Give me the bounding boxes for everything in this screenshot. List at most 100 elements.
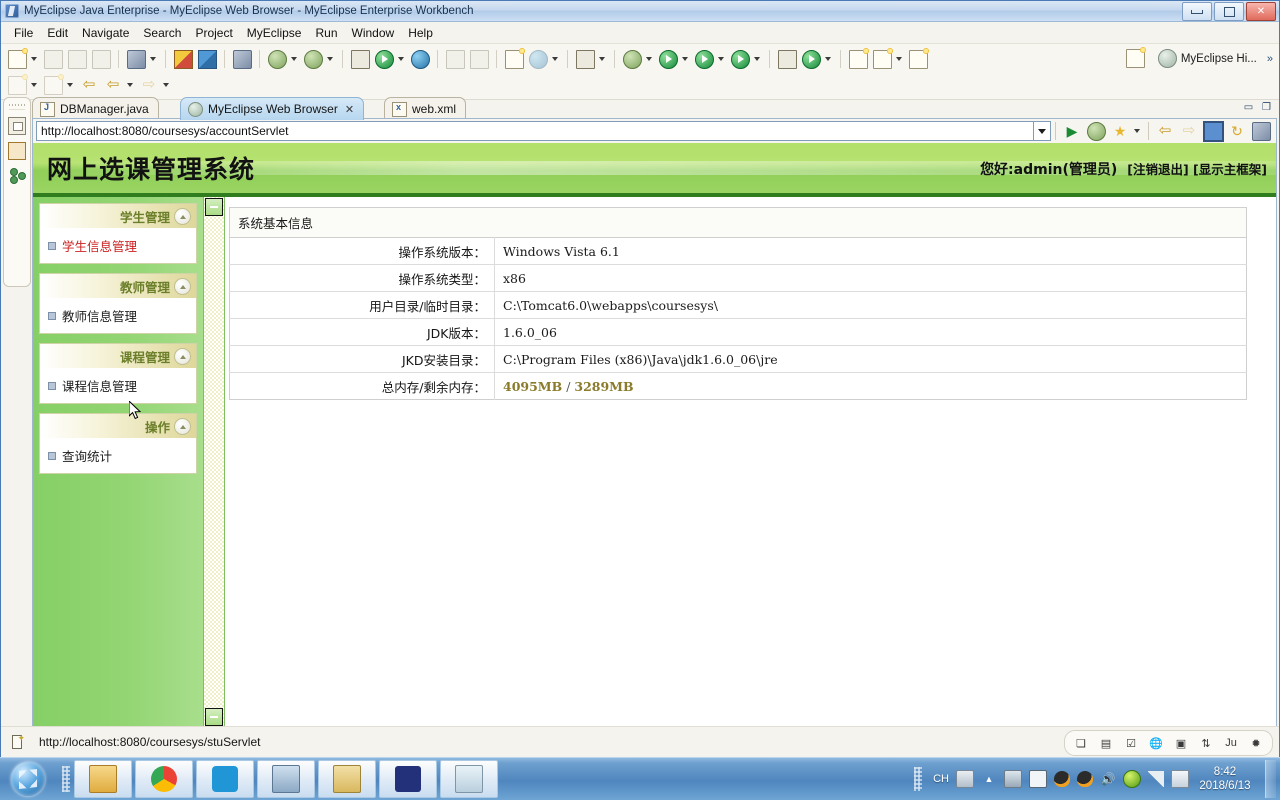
address-history-dropdown-icon[interactable] — [1034, 121, 1051, 141]
run-dropdown-icon[interactable] — [680, 48, 689, 70]
taskbar-item-myeclipse[interactable] — [379, 760, 437, 798]
taskbar-item-notes[interactable] — [440, 760, 498, 798]
minimize-button[interactable] — [1182, 2, 1212, 21]
browser-stop-button[interactable] — [1202, 120, 1224, 142]
fast-view-grip[interactable] — [9, 101, 25, 110]
menu-navigate[interactable]: Navigate — [75, 24, 136, 42]
snapshot-button[interactable] — [574, 48, 596, 70]
restore-perspective-icon[interactable] — [8, 117, 26, 135]
taskbar-item-chrome[interactable] — [135, 760, 193, 798]
sidebar-item-teacher-info[interactable]: 教师信息管理 — [48, 304, 192, 327]
open-browser-button[interactable] — [409, 48, 431, 70]
collapse-icon[interactable] — [174, 278, 191, 295]
database-explorer-button[interactable] — [231, 48, 253, 70]
debug-view-icon[interactable]: ✹ — [1248, 735, 1264, 751]
open-resource-button[interactable] — [847, 48, 869, 70]
new-web-project-button[interactable] — [196, 48, 218, 70]
run-server-button[interactable] — [373, 48, 395, 70]
new-dropdown-icon[interactable] — [29, 48, 38, 70]
scroll-down-button[interactable] — [205, 708, 223, 726]
import-button[interactable] — [468, 48, 490, 70]
junit-view-icon[interactable]: Ju — [1223, 735, 1239, 751]
taskbar-item-vm[interactable] — [257, 760, 315, 798]
run-external-button[interactable] — [729, 48, 751, 70]
sidebar-group-header[interactable]: 操作 — [39, 413, 197, 438]
edit-button[interactable] — [871, 48, 893, 70]
server-start-button[interactable] — [266, 48, 288, 70]
bookmark-dropdown-icon[interactable] — [1132, 120, 1141, 142]
keyboard-icon[interactable] — [956, 770, 974, 788]
console-view-icon[interactable]: ▣ — [1173, 735, 1189, 751]
minimize-editor-icon[interactable]: ▭ — [1242, 101, 1255, 114]
close-icon[interactable]: ✕ — [345, 103, 354, 116]
collapse-icon[interactable] — [174, 208, 191, 225]
sidebar-item-student-info[interactable]: 学生信息管理 — [48, 234, 192, 257]
new-package-button[interactable] — [776, 48, 798, 70]
qq-penguin-icon-2[interactable] — [1077, 771, 1093, 787]
qq-penguin-icon[interactable] — [1054, 771, 1070, 787]
menu-project[interactable]: Project — [188, 24, 239, 42]
menu-edit[interactable]: Edit — [40, 24, 75, 42]
menu-myeclipse[interactable]: MyEclipse — [240, 24, 309, 42]
debug-dropdown-icon[interactable] — [644, 48, 653, 70]
open-perspective-button[interactable] — [1125, 48, 1147, 70]
show-desktop-button[interactable] — [1265, 760, 1276, 798]
browser-refresh-button[interactable]: ↻ — [1226, 120, 1248, 142]
print-button[interactable] — [90, 48, 112, 70]
perspective-myeclipse-hibernate[interactable]: MyEclipse Hi... — [1153, 47, 1262, 70]
save-button[interactable] — [42, 48, 64, 70]
run-history-button[interactable] — [693, 48, 715, 70]
debug-button[interactable] — [621, 48, 643, 70]
tray-grip[interactable] — [914, 767, 922, 791]
hierarchy-view-icon[interactable] — [9, 167, 25, 183]
start-button[interactable] — [2, 760, 54, 798]
deploy-app-button[interactable] — [349, 48, 371, 70]
myeclipse-deploy-button[interactable] — [125, 48, 147, 70]
search-dropdown-icon[interactable] — [823, 48, 832, 70]
last-edit-location-button[interactable]: ⇦ — [78, 74, 100, 96]
previous-annotation-dropdown-icon[interactable] — [29, 74, 38, 96]
perspective-overflow-icon[interactable]: » — [1267, 53, 1273, 65]
frame-scrollbar[interactable] — [203, 197, 225, 727]
uml-button[interactable] — [444, 48, 466, 70]
menu-window[interactable]: Window — [345, 24, 402, 42]
edit-dropdown-icon[interactable] — [894, 48, 903, 70]
deploy-dropdown-icon[interactable] — [148, 48, 157, 70]
debug-page-button[interactable] — [1085, 120, 1107, 142]
taskbar-item-tool[interactable] — [318, 760, 376, 798]
folder-button[interactable] — [907, 48, 929, 70]
address-input[interactable]: http://localhost:8080/coursesys/accountS… — [36, 121, 1034, 141]
collapse-icon[interactable] — [174, 348, 191, 365]
sidebar-group-header[interactable]: 学生管理 — [39, 203, 197, 228]
update-icon[interactable] — [1123, 770, 1141, 788]
collapse-icon[interactable] — [174, 418, 191, 435]
action-center-flag-icon[interactable] — [1171, 770, 1189, 788]
db-browser-icon[interactable]: ▤ — [1098, 735, 1114, 751]
menu-help[interactable]: Help — [401, 24, 440, 42]
server-manage-button[interactable] — [302, 48, 324, 70]
outline-view-icon[interactable] — [8, 142, 26, 160]
header-links[interactable]: [注销退出] [显示主框架] — [1127, 159, 1267, 178]
new-button[interactable] — [6, 48, 28, 70]
close-button[interactable]: ✕ — [1246, 2, 1276, 21]
previous-annotation-button[interactable] — [6, 74, 28, 96]
maximize-editor-icon[interactable]: ❐ — [1260, 101, 1273, 114]
sidebar-item-query-statistics[interactable]: 查询统计 — [48, 444, 192, 467]
back-button[interactable]: ⇦ — [102, 74, 124, 96]
go-button[interactable]: ▶ — [1061, 120, 1083, 142]
taskbar-item-explorer[interactable] — [74, 760, 132, 798]
sidebar-item-course-info[interactable]: 课程信息管理 — [48, 374, 192, 397]
back-dropdown-icon[interactable] — [125, 74, 134, 96]
run-server-dropdown-icon[interactable] — [396, 48, 405, 70]
run-external-dropdown-icon[interactable] — [752, 48, 761, 70]
battery-icon[interactable] — [1029, 770, 1047, 788]
open-external-browser-button[interactable] — [1250, 120, 1272, 142]
menu-run[interactable]: Run — [308, 24, 344, 42]
web-report-button[interactable] — [527, 48, 549, 70]
server-dropdown-icon[interactable] — [289, 48, 298, 70]
report-dropdown-icon[interactable] — [550, 48, 559, 70]
web-browser-view-icon[interactable]: 🌐 — [1148, 735, 1164, 751]
tab-web-xml[interactable]: web.xml — [384, 97, 466, 120]
server-manage-dropdown-icon[interactable] — [325, 48, 334, 70]
save-all-button[interactable] — [66, 48, 88, 70]
